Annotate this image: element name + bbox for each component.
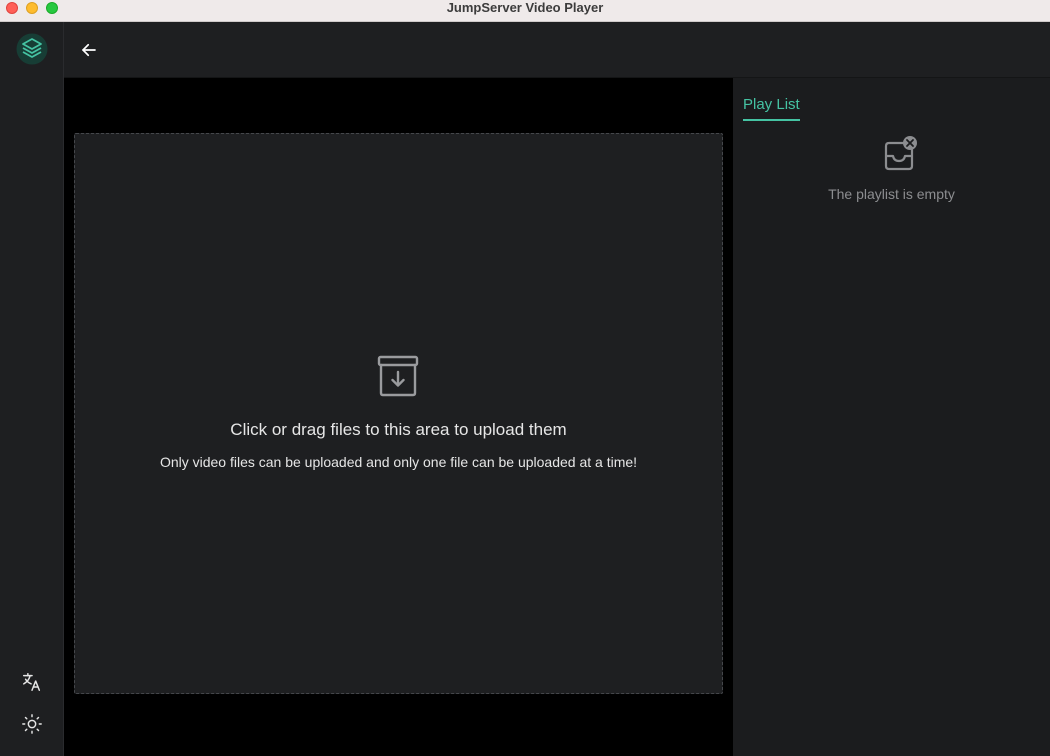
title-bar: JumpServer Video Player (0, 0, 1050, 22)
jumpserver-logo-icon (16, 33, 48, 65)
player-area: Click or drag files to this area to uplo… (64, 78, 733, 756)
archive-download-icon (376, 355, 420, 397)
upload-title: Click or drag files to this area to uplo… (230, 420, 567, 439)
top-header (64, 22, 1050, 78)
upload-dropzone[interactable]: Click or drag files to this area to uplo… (74, 133, 723, 694)
upload-hint: Only video files can be uploaded and onl… (159, 454, 638, 470)
translate-icon[interactable] (20, 670, 44, 694)
playlist-panel: Play List The playlist is empty (733, 78, 1050, 756)
tab-play-list[interactable]: Play List (743, 96, 800, 121)
sidebar (0, 22, 64, 756)
sun-icon[interactable] (20, 712, 44, 736)
arrow-left-icon[interactable] (78, 39, 100, 61)
window-title: JumpServer Video Player (446, 0, 604, 15)
playlist-empty-text: The playlist is empty (828, 186, 955, 202)
empty-inbox-icon (883, 136, 919, 172)
